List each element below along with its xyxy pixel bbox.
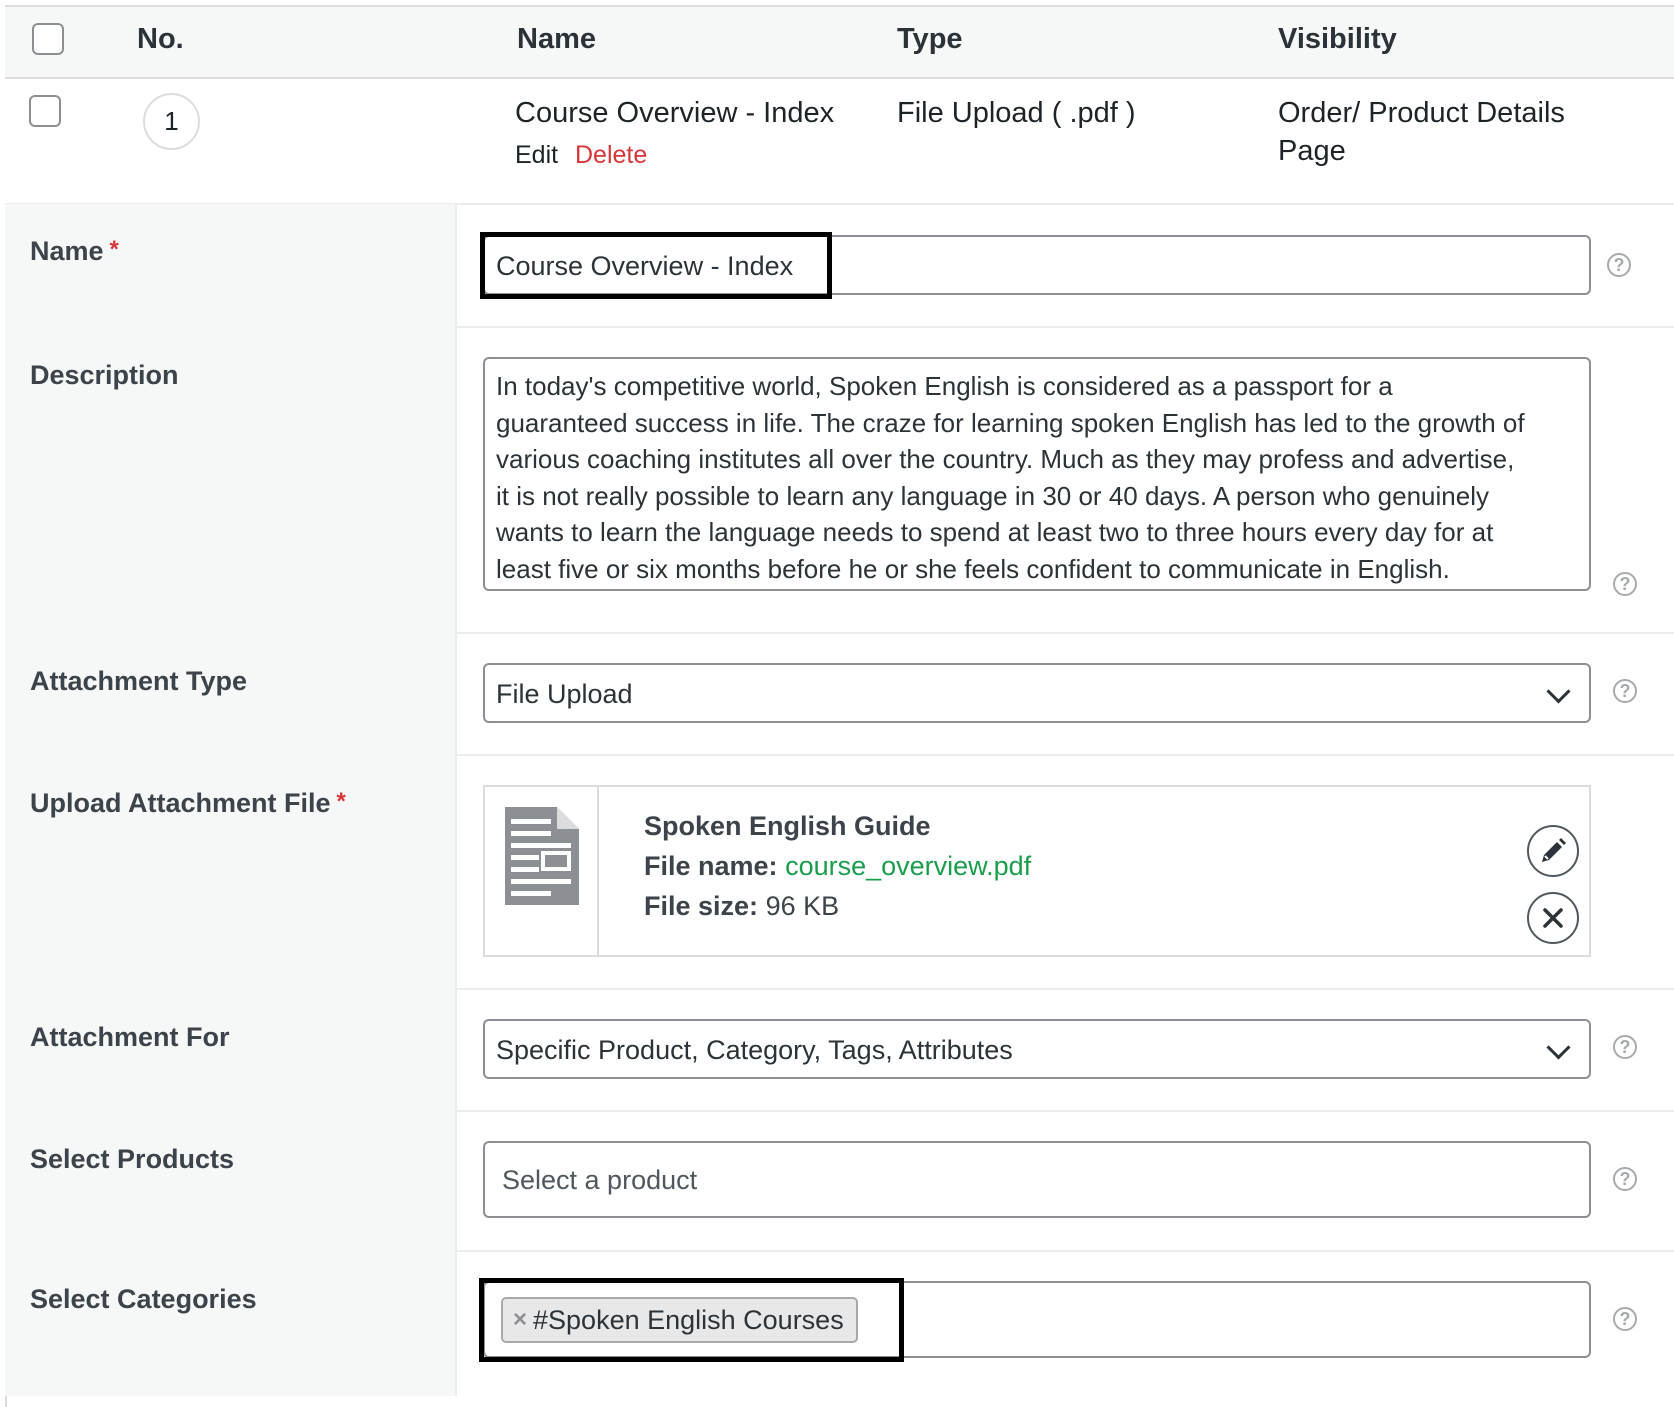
help-icon[interactable]: ? xyxy=(1607,253,1631,277)
attachment-type-label-cell: Attachment Type xyxy=(5,632,457,754)
select-products-label: Select Products xyxy=(30,1144,235,1174)
select-products-label-cell: Select Products xyxy=(5,1110,457,1250)
file-size-value: 96 KB xyxy=(765,891,840,921)
header-no: No. xyxy=(137,23,184,55)
attachment-type-select[interactable]: File Upload xyxy=(483,663,1591,723)
chevron-down-icon xyxy=(1546,1035,1571,1060)
upload-file-size-line: File size: 96 KB xyxy=(644,891,839,922)
description-row: Description In today's competitive world… xyxy=(5,326,1674,634)
required-marker: * xyxy=(336,788,346,815)
document-icon xyxy=(505,807,579,905)
help-icon[interactable]: ? xyxy=(1613,572,1637,596)
description-label-cell: Description xyxy=(5,326,457,632)
delete-link[interactable]: Delete xyxy=(575,141,647,170)
name-label-cell: Name * xyxy=(5,204,457,326)
select-categories-label-cell: Select Categories xyxy=(5,1250,457,1396)
required-marker: * xyxy=(109,236,119,263)
name-highlight-box xyxy=(480,232,832,299)
attachment-type-label: Attachment Type xyxy=(30,666,248,696)
close-icon xyxy=(1543,908,1563,928)
upload-file-title: Spoken English Guide xyxy=(644,811,931,841)
upload-file-card: Spoken English Guide File name: course_o… xyxy=(483,785,1591,957)
row-checkbox[interactable] xyxy=(29,95,61,127)
table-header: No. Name Type Visibility xyxy=(5,7,1674,79)
remove-file-button[interactable] xyxy=(1527,892,1579,944)
table-row: 1 Course Overview - Index Edit Delete Fi… xyxy=(5,79,1674,205)
help-icon[interactable]: ? xyxy=(1613,1307,1637,1331)
select-products-input[interactable]: Select a product xyxy=(483,1141,1591,1218)
file-name-label: File name: xyxy=(644,851,778,881)
row-name: Course Overview - Index xyxy=(515,97,835,129)
file-thumbnail xyxy=(485,787,599,955)
description-line: least five or six months before he or sh… xyxy=(496,553,1450,584)
description-line: In today's competitive world, Spoken Eng… xyxy=(496,371,1393,401)
edit-link[interactable]: Edit xyxy=(515,141,558,170)
attachment-for-row: Attachment For Specific Product, Categor… xyxy=(5,988,1674,1112)
row-visibility-line1: Order/ Product Details xyxy=(1278,97,1565,129)
select-categories-row: Select Categories × #Spoken English Cour… xyxy=(5,1250,1674,1396)
categories-highlight-box xyxy=(479,1278,904,1362)
upload-label: Upload Attachment File * xyxy=(30,788,346,818)
attachment-type-row: Attachment Type File Upload ? xyxy=(5,632,1674,756)
description-line: guaranteed success in life. The craze fo… xyxy=(496,407,1525,438)
upload-label-cell: Upload Attachment File * xyxy=(5,754,457,988)
select-all-checkbox[interactable] xyxy=(32,23,64,55)
chevron-down-icon xyxy=(1546,679,1571,704)
attachment-for-value: Specific Product, Category, Tags, Attrib… xyxy=(496,1035,1013,1065)
attachment-type-value: File Upload xyxy=(496,679,633,709)
attachment-for-label: Attachment For xyxy=(30,1022,230,1052)
row-visibility-line2: Page xyxy=(1278,135,1346,167)
help-icon[interactable]: ? xyxy=(1613,679,1637,703)
name-row: Name * Course Overview - Index ? xyxy=(5,204,1674,328)
edit-file-button[interactable] xyxy=(1527,825,1579,877)
description-line: it is not really possible to learn any l… xyxy=(496,480,1489,511)
row-type: File Upload ( .pdf ) xyxy=(897,97,1136,129)
header-type: Type xyxy=(897,23,963,55)
select-categories-label: Select Categories xyxy=(30,1284,257,1314)
select-products-placeholder: Select a product xyxy=(502,1165,698,1195)
attachment-for-select[interactable]: Specific Product, Category, Tags, Attrib… xyxy=(483,1019,1591,1079)
name-label: Name * xyxy=(30,236,119,266)
help-icon[interactable]: ? xyxy=(1613,1167,1637,1191)
row-number: 1 xyxy=(143,93,200,150)
select-products-row: Select Products Select a product ? xyxy=(5,1110,1674,1252)
description-line: various coaching institutes all over the… xyxy=(496,444,1515,474)
header-name: Name xyxy=(517,23,596,55)
upload-row: Upload Attachment File * Spoken English G… xyxy=(5,754,1674,990)
upload-file-name-line: File name: course_overview.pdf xyxy=(644,851,1031,882)
file-name-link[interactable]: course_overview.pdf xyxy=(785,851,1031,881)
header-visibility: Visibility xyxy=(1278,23,1397,55)
description-label: Description xyxy=(30,360,179,390)
file-size-label: File size: xyxy=(644,891,759,921)
attachment-for-label-cell: Attachment For xyxy=(5,988,457,1110)
description-textarea[interactable]: In today's competitive world, Spoken Eng… xyxy=(483,357,1591,591)
description-line: wants to learn the language needs to spe… xyxy=(496,517,1494,547)
help-icon[interactable]: ? xyxy=(1613,1035,1637,1059)
pencil-icon xyxy=(1542,838,1566,862)
